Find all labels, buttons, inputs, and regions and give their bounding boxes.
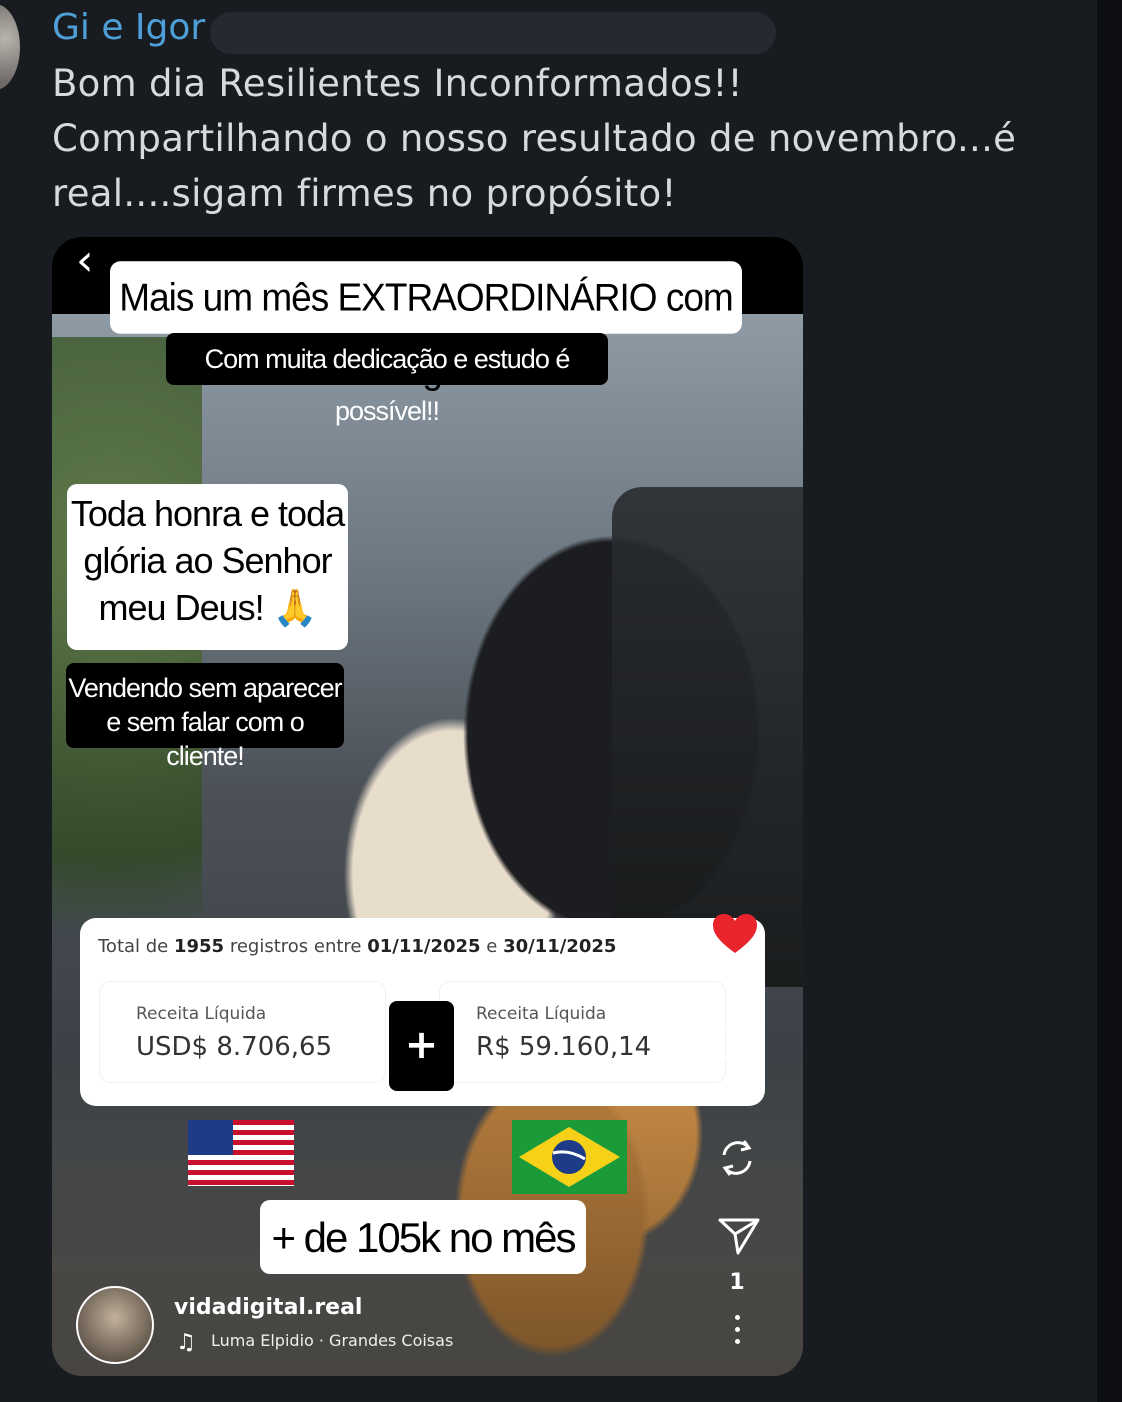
- revenue-usd-label: Receita Líquida: [136, 1004, 267, 1024]
- owner-avatar[interactable]: [76, 1286, 154, 1364]
- sender-avatar[interactable]: [0, 4, 20, 90]
- caption-sales: Vendendo sem aparecer e sem falar com o …: [66, 663, 344, 771]
- caption-sales-line-1: Vendendo sem aparecer: [68, 673, 342, 703]
- redacted-sender-info: [210, 12, 776, 54]
- caption-sales-line-2: e sem falar com o cliente!: [106, 707, 305, 771]
- date-end: 30/11/2025: [503, 936, 617, 957]
- us-flag-icon: [188, 1120, 294, 1186]
- revenue-brl-label: Receita Líquida: [476, 1004, 607, 1024]
- share-count: 1: [729, 1270, 745, 1295]
- message-line-2: Compartilhando o nosso resultado de nove…: [52, 117, 1017, 160]
- caption-faith: Toda honra e toda glória ao Senhor meu D…: [67, 484, 348, 650]
- records-count: 1955: [173, 936, 225, 957]
- scrollbar[interactable]: [1097, 0, 1122, 1402]
- records-summary: Total de 1955 registros entre 01/11/2025…: [98, 936, 617, 957]
- music-track[interactable]: Luma Elpidio · Grandes Coisas: [211, 1331, 453, 1350]
- story-post[interactable]: ‹ Mais um mês EXTRAORDINÁRIO com o digit…: [52, 237, 803, 1376]
- comment-icon[interactable]: [714, 1022, 756, 1064]
- caption-faith-line-1: Toda honra e toda: [70, 493, 345, 534]
- caption-sub: Com muita dedicação e estudo é possível!…: [166, 333, 608, 426]
- plus-sign: +: [389, 1001, 454, 1091]
- message-line-3: real....sigam firmes no propósito!: [52, 172, 677, 215]
- sender-name[interactable]: Gi e Igor: [52, 7, 205, 48]
- revenue-usd-box: Receita Líquida USD$ 8.706,65: [100, 982, 385, 1082]
- revenue-brl-box: Receita Líquida R$ 59.160,14: [440, 982, 725, 1082]
- music-note-icon: ♫: [176, 1330, 196, 1355]
- share-icon[interactable]: [718, 1217, 760, 1255]
- message-line-1: Bom dia Resilientes Inconformados!!: [52, 62, 743, 105]
- revenue-usd-value: USD$ 8.706,65: [136, 1032, 333, 1062]
- more-icon[interactable]: [735, 1315, 741, 1344]
- brazil-flag-icon: [512, 1120, 627, 1194]
- car-background: [612, 487, 803, 987]
- heart-icon[interactable]: [712, 913, 758, 955]
- back-chevron-icon[interactable]: ‹: [76, 239, 94, 283]
- monthly-total-caption: + de 105k no mês: [260, 1200, 586, 1274]
- repost-icon[interactable]: [716, 1135, 758, 1181]
- caption-main: Mais um mês EXTRAORDINÁRIO com o digital: [110, 261, 742, 391]
- caption-faith-line-3: meu Deus! 🙏: [98, 587, 318, 628]
- owner-username[interactable]: vidadigital.real: [174, 1295, 362, 1320]
- caption-faith-line-2: glória ao Senhor: [83, 540, 332, 581]
- revenue-card: Total de 1955 registros entre 01/11/2025…: [80, 918, 765, 1106]
- revenue-brl-value: R$ 59.160,14: [476, 1032, 652, 1062]
- date-start: 01/11/2025: [367, 936, 481, 957]
